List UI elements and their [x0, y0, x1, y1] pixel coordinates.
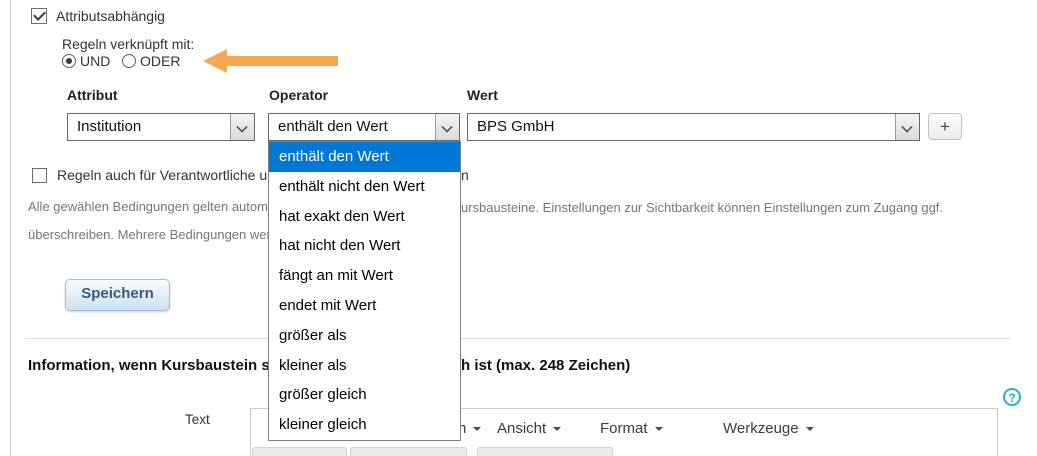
wert-column-header: Wert: [467, 87, 498, 103]
editor-menu-fragment[interactable]: n: [458, 420, 482, 437]
help-icon[interactable]: ?: [1003, 388, 1021, 406]
operator-column-header: Operator: [269, 87, 329, 103]
editor-toolbar-group[interactable]: [252, 447, 347, 456]
save-button[interactable]: Speichern: [65, 279, 170, 311]
attribut-column-header: Attribut: [67, 87, 118, 103]
attributsabhaengig-label: Attributsabhängig: [56, 8, 165, 24]
dropdown-option[interactable]: enthält den Wert: [269, 142, 460, 172]
caret-down-icon: [654, 426, 663, 431]
editor-toolbar-group[interactable]: [350, 447, 467, 456]
annotation-arrow-tail: [226, 56, 338, 66]
operator-select-button[interactable]: [435, 114, 459, 140]
attributsabhaengig-checkbox[interactable]: [31, 8, 47, 24]
annotation-arrow-left-icon: [203, 49, 227, 73]
dropdown-option[interactable]: kleiner als: [269, 351, 460, 381]
operator-dropdown-list: enthält den Wert enthält nicht den Wert …: [268, 141, 461, 441]
dropdown-option[interactable]: größer als: [269, 321, 460, 351]
dropdown-option[interactable]: größer gleich: [269, 380, 460, 410]
note-line1-right: ursbausteine. Einstellungen zur Sichtbar…: [461, 200, 944, 215]
caret-down-icon: [805, 426, 814, 431]
editor-menu-format-label: Format: [600, 420, 648, 437]
editor-menu-werkzeuge-label: Werkzeuge: [723, 420, 799, 437]
visibility-config-panel: Attributsabhängig Regeln verknüpft mit: …: [0, 0, 1037, 456]
note-line1-left: Alle gewählen Bedingungen gelten automat…: [28, 199, 282, 214]
responsibles-label-left: Regeln auch für Verantwortliche u: [57, 167, 268, 183]
dropdown-option[interactable]: enthält nicht den Wert: [269, 172, 460, 202]
dropdown-option[interactable]: fängt an mit Wert: [269, 261, 460, 291]
note-line2-left: überschreiben. Mehrere Bedingungen werde: [28, 227, 286, 242]
responsibles-label-right: n: [461, 167, 469, 183]
chevron-down-icon: [236, 121, 248, 133]
attribut-select[interactable]: Institution: [67, 113, 255, 141]
attribut-select-button[interactable]: [230, 114, 254, 140]
section-divider: [25, 338, 1010, 339]
dropdown-option[interactable]: endet mit Wert: [269, 291, 460, 321]
info-heading-left: Information, wenn Kursbaustein s: [28, 357, 270, 374]
wert-select-value: BPS GmbH: [477, 118, 555, 135]
add-rule-button[interactable]: +: [928, 113, 962, 140]
info-heading-right: h ist (max. 248 Zeichen): [461, 357, 631, 374]
caret-down-icon: [553, 426, 562, 431]
operator-select-value: enthält den Wert: [278, 118, 388, 135]
radio-oder[interactable]: [122, 54, 136, 68]
text-field-label: Text: [185, 412, 210, 427]
editor-menu-ansicht[interactable]: Ansicht: [497, 420, 562, 437]
radio-oder-label[interactable]: ODER: [140, 53, 180, 69]
chevron-down-icon: [901, 121, 913, 133]
radio-und-label[interactable]: UND: [80, 53, 110, 69]
operator-select[interactable]: enthält den Wert: [268, 113, 460, 141]
editor-toolbar-group[interactable]: [477, 447, 613, 456]
caret-down-icon: [473, 426, 482, 431]
checkmark-icon: [33, 8, 46, 21]
panel-left-border: [10, 0, 11, 456]
chevron-down-icon: [441, 121, 453, 133]
wert-select[interactable]: BPS GmbH: [467, 113, 920, 141]
dropdown-option[interactable]: kleiner gleich: [269, 410, 460, 440]
radio-und[interactable]: [62, 54, 76, 68]
attribut-select-value: Institution: [77, 118, 142, 135]
dropdown-option[interactable]: hat exakt den Wert: [269, 202, 460, 232]
rules-linked-label: Regeln verknüpft mit:: [62, 36, 195, 52]
editor-menu-ansicht-label: Ansicht: [497, 420, 547, 437]
editor-menu-werkzeuge[interactable]: Werkzeuge: [723, 420, 814, 437]
dropdown-option[interactable]: hat nicht den Wert: [269, 231, 460, 261]
editor-menu-format[interactable]: Format: [600, 420, 663, 437]
responsibles-checkbox[interactable]: [32, 168, 47, 183]
radio-selected-dot-icon: [66, 58, 72, 64]
wert-select-button[interactable]: [895, 114, 919, 140]
